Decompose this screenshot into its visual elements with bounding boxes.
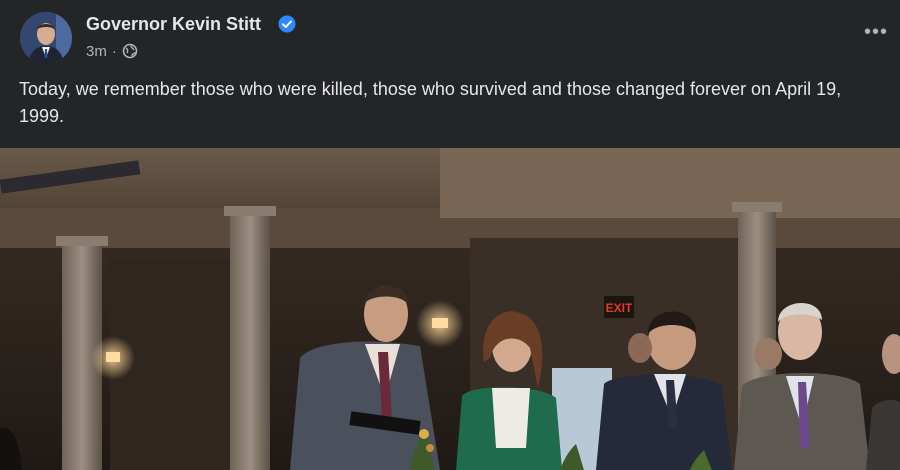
avatar-portrait <box>20 12 72 64</box>
meta-separator: · <box>111 42 117 60</box>
post-meta: 3m · <box>86 42 138 60</box>
post-text: Today, we remember those who were killed… <box>19 79 842 126</box>
post-header: Governor Kevin Stitt 3m · ••• Today, we … <box>0 0 900 146</box>
more-options-button[interactable]: ••• <box>862 21 890 43</box>
verified-badge-icon <box>278 15 296 33</box>
post-timestamp[interactable]: 3m <box>86 43 107 60</box>
memorial-ceremony-photo: EXIT <box>0 148 900 470</box>
exit-sign: EXIT <box>606 301 633 315</box>
avatar[interactable] <box>20 12 72 64</box>
post-photo[interactable]: EXIT <box>0 148 900 470</box>
globe-icon <box>122 43 138 59</box>
author-name[interactable]: Governor Kevin Stitt <box>86 14 261 35</box>
